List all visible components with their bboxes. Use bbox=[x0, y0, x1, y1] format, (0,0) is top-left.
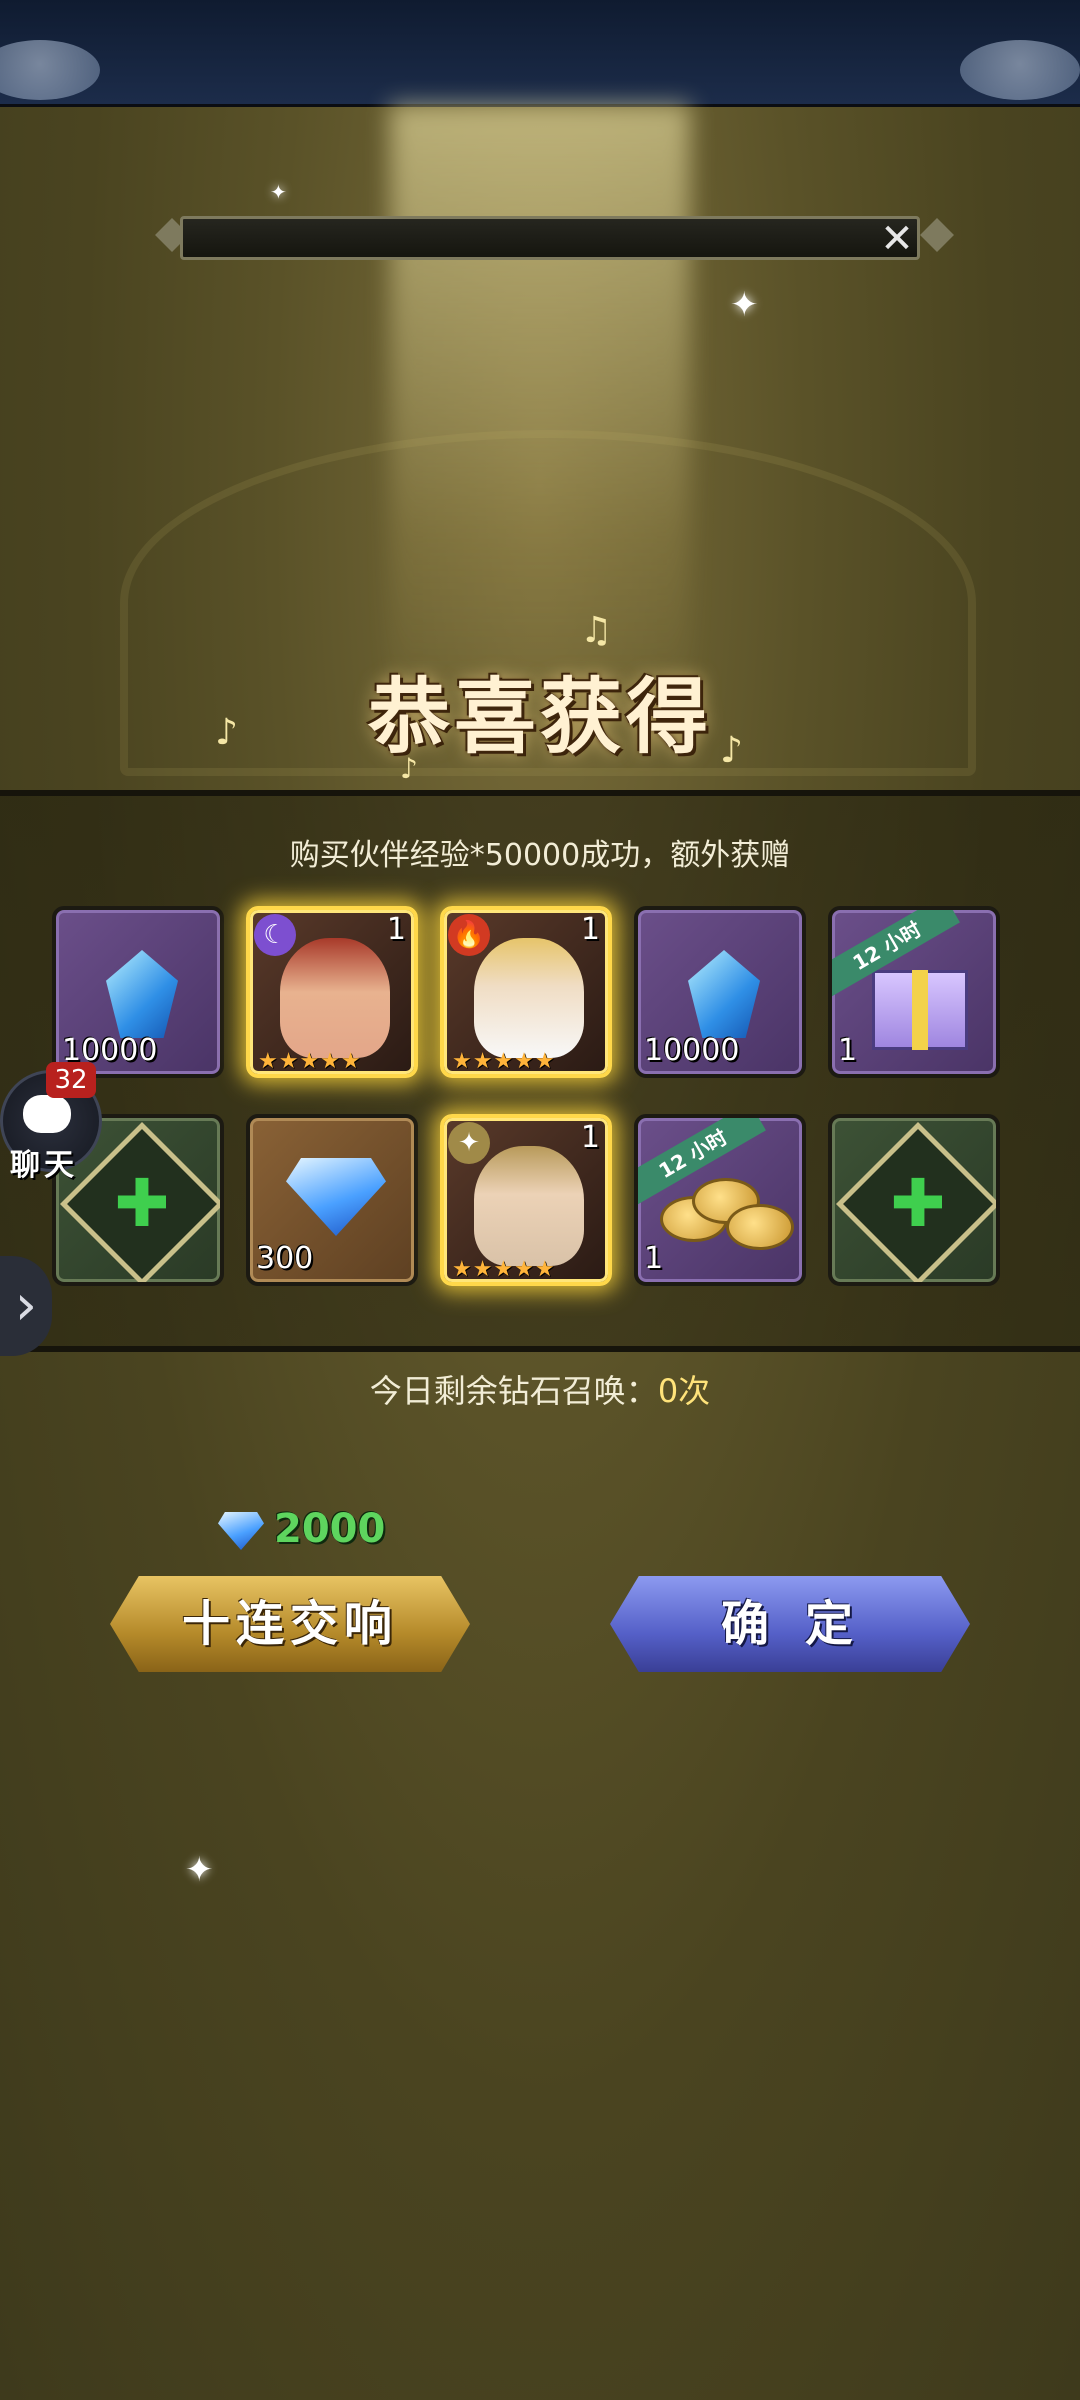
remaining-summons-label: 今日剩余钻石召唤： bbox=[369, 1372, 658, 1410]
reward-tile-exp-crystal[interactable]: 10000 bbox=[52, 906, 224, 1078]
reward-tile-diamond[interactable]: 300 bbox=[246, 1114, 418, 1286]
ten-pull-button[interactable]: 十连交响 bbox=[110, 1576, 470, 1672]
diamond-icon bbox=[218, 1512, 264, 1550]
remaining-summons-value: 0次 bbox=[657, 1372, 711, 1410]
reward-quantity: 1 bbox=[386, 912, 406, 947]
reward-tile-gold-coins[interactable]: 12 小时 1 bbox=[634, 1114, 806, 1286]
reward-quantity: 1 bbox=[580, 1120, 600, 1155]
bar-end-ornament bbox=[920, 218, 954, 252]
sparkle-icon: ✦ bbox=[185, 1850, 214, 1890]
star-rating: ★★★★★ bbox=[258, 1049, 362, 1074]
reward-quantity: 1 bbox=[838, 1033, 858, 1068]
cloud-decoration bbox=[960, 40, 1080, 100]
reward-quantity: 10000 bbox=[644, 1033, 740, 1068]
rune-cross-icon: ✚ bbox=[114, 1165, 170, 1242]
close-button[interactable]: ✕ bbox=[872, 214, 922, 264]
gift-ribbon bbox=[912, 970, 928, 1050]
sparkle-icon: ✦ bbox=[730, 285, 759, 325]
reward-tile-hero[interactable]: ✦ 1 ★★★★★ bbox=[440, 1114, 612, 1286]
title-bar bbox=[180, 216, 920, 260]
close-icon: ✕ bbox=[880, 216, 914, 262]
moon-icon: ☾ bbox=[254, 914, 296, 956]
diamond-icon bbox=[286, 1158, 386, 1236]
sparkle-icon: ✦ bbox=[270, 180, 287, 204]
congrats-title: 恭喜获得 bbox=[367, 669, 712, 765]
reward-tile-rune[interactable]: ✚ bbox=[828, 1114, 1000, 1286]
reward-tile-hero[interactable]: ☾ 1 ★★★★★ bbox=[246, 906, 418, 1078]
music-note-icon: ♪ bbox=[215, 712, 238, 753]
purchase-message: 购买伙伴经验*50000成功，额外获赠 bbox=[289, 838, 791, 873]
confirm-button[interactable]: 确定 bbox=[610, 1576, 970, 1672]
reward-tile-gift-box[interactable]: 12 小时 1 bbox=[828, 906, 1000, 1078]
remaining-summons: 今日剩余钻石召唤：0次 bbox=[0, 1366, 1080, 1412]
star-icon: ✦ bbox=[448, 1122, 490, 1164]
exp-crystal-icon bbox=[688, 950, 760, 1038]
reward-tile-exp-crystal[interactable]: 10000 bbox=[634, 906, 806, 1078]
star-rating: ★★★★★ bbox=[452, 1049, 556, 1074]
reward-quantity: 1 bbox=[580, 912, 600, 947]
chat-label: 聊天 bbox=[10, 1148, 78, 1183]
cloud-decoration bbox=[0, 40, 100, 100]
hero-portrait-old-king bbox=[474, 938, 584, 1058]
chevron-right-icon: › bbox=[14, 1273, 38, 1338]
ten-pull-cost: 2000 bbox=[274, 1506, 386, 1552]
reward-quantity: 300 bbox=[256, 1241, 314, 1276]
chat-bubble-icon bbox=[23, 1095, 71, 1133]
star-rating: ★★★★★ bbox=[452, 1257, 556, 1282]
gold-coin-icon bbox=[726, 1204, 794, 1250]
exp-crystal-icon bbox=[106, 950, 178, 1038]
hero-portrait-red-hair bbox=[280, 938, 390, 1058]
reward-tile-hero[interactable]: 🔥 1 ★★★★★ bbox=[440, 906, 612, 1078]
reward-quantity: 1 bbox=[644, 1241, 664, 1276]
top-night-band bbox=[0, 0, 1080, 107]
rune-cross-icon: ✚ bbox=[890, 1165, 946, 1242]
music-note-icon: ♫ bbox=[580, 610, 613, 651]
hero-portrait-knight bbox=[474, 1146, 584, 1266]
chat-unread-badge: 32 bbox=[46, 1062, 96, 1098]
fire-icon: 🔥 bbox=[448, 914, 490, 956]
